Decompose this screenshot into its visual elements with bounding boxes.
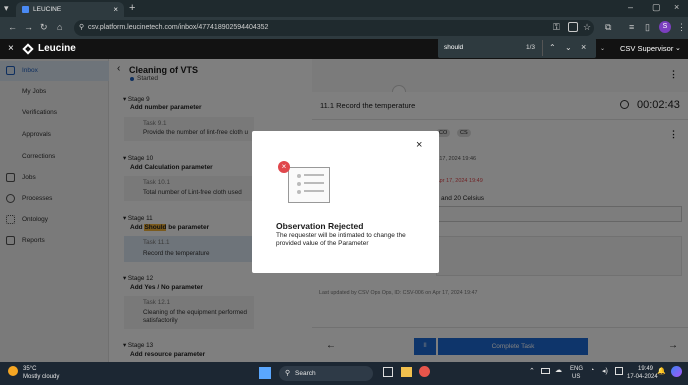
extensions-icon[interactable]: ⧉ [605, 23, 611, 32]
user-menu-chevron-icon[interactable]: ⌄ [675, 44, 681, 52]
observation-rejected-modal: × × Observation Rejected The requester w… [252, 131, 439, 273]
leucine-logo-icon [22, 43, 34, 55]
bookmark-star-icon[interactable]: ☆ [583, 23, 591, 32]
find-previous-icon[interactable]: ⌃ [549, 43, 556, 52]
site-info-icon[interactable]: ⚲ [79, 20, 84, 36]
cloud-icon[interactable]: ☁ [555, 366, 562, 374]
find-in-page-bar: should 1/3 ⌃ ⌄ × [438, 38, 596, 58]
chevron-down-icon[interactable]: ⌄ [600, 45, 605, 52]
modal-title: Observation Rejected [276, 221, 364, 231]
search-icon: ⚲ [285, 370, 291, 377]
browser-toolbar: ← → ↻ ⌂ ⚲ csv.platform.leucinetech.com/i… [0, 17, 688, 39]
media-icon[interactable]: ≡ [629, 23, 634, 32]
error-badge-icon: × [278, 161, 290, 173]
home-icon[interactable]: ⌂ [57, 23, 62, 32]
minimize-icon[interactable]: – [628, 3, 633, 12]
task-view-icon[interactable] [383, 367, 393, 377]
new-tab-icon[interactable]: + [129, 3, 135, 14]
search-placeholder: Search [295, 370, 316, 377]
password-key-icon[interactable]: ⚿ [553, 23, 560, 32]
browser-tab[interactable]: LEUCINE × [16, 2, 124, 17]
modal-body: The requester will be intimated to chang… [276, 232, 406, 248]
reload-icon[interactable]: ↻ [40, 23, 48, 32]
wifi-icon[interactable]: ◔ [590, 367, 594, 374]
document-illustration-icon [288, 167, 330, 203]
close-icon[interactable]: × [8, 43, 14, 54]
taskbar-search[interactable]: ⚲ Search [279, 366, 373, 381]
keyboard-region: US [572, 374, 581, 380]
profile-avatar[interactable]: S [659, 21, 671, 33]
maximize-icon[interactable]: ▢ [652, 3, 661, 12]
start-windows-icon[interactable] [259, 367, 271, 379]
screenshot-icon[interactable] [568, 22, 578, 32]
notification-bell-icon[interactable]: 🔔 [657, 367, 666, 375]
brand-name: Leucine [38, 43, 76, 54]
battery-icon [541, 368, 550, 374]
back-icon[interactable]: ← [8, 23, 17, 32]
tab-title: LEUCINE [33, 6, 62, 13]
weather-desc: Mostly cloudy [23, 374, 60, 380]
url-text: csv.platform.leucinetech.com/inbox/47741… [88, 24, 269, 31]
battery-status-icon[interactable] [615, 367, 623, 375]
volume-icon[interactable]: ◂) [602, 367, 608, 375]
close-tab-icon[interactable]: × [113, 5, 118, 14]
address-bar[interactable]: ⚲ csv.platform.leucinetech.com/inbox/477… [74, 20, 594, 36]
user-role[interactable]: CSV Supervisor [620, 44, 673, 53]
file-explorer-icon[interactable] [401, 367, 412, 377]
clock-time[interactable]: 19:49 [638, 366, 653, 372]
tray-chevron-icon[interactable]: ⌃ [529, 367, 535, 375]
find-query[interactable]: should [444, 44, 463, 51]
find-next-icon[interactable]: ⌄ [565, 43, 572, 52]
leucine-favicon-icon [22, 6, 29, 13]
window-close-icon[interactable]: × [674, 3, 679, 12]
clock-date: 17-04-2024 [627, 374, 658, 380]
copilot-icon[interactable] [671, 366, 682, 377]
find-close-icon[interactable]: × [581, 42, 586, 52]
browser-tab-bar: ▾ LEUCINE × + – ▢ × [0, 0, 688, 17]
sidebar-icon[interactable]: ▯ [645, 23, 650, 32]
weather-icon[interactable] [8, 366, 18, 376]
forward-icon[interactable]: → [24, 23, 33, 32]
tab-list-icon[interactable]: ▾ [4, 4, 9, 13]
modal-close-icon[interactable]: × [416, 139, 422, 151]
weather-temp: 35°C [23, 366, 37, 372]
os-taskbar: 35°C Mostly cloudy ⚲ Search ⌃ ☁ ENG US ◔… [0, 362, 688, 385]
chrome-icon[interactable] [419, 366, 430, 377]
find-count: 1/3 [526, 44, 536, 51]
keyboard-lang[interactable]: ENG [570, 366, 583, 372]
find-divider [542, 40, 543, 56]
browser-menu-icon[interactable]: ⋮ [677, 23, 686, 32]
